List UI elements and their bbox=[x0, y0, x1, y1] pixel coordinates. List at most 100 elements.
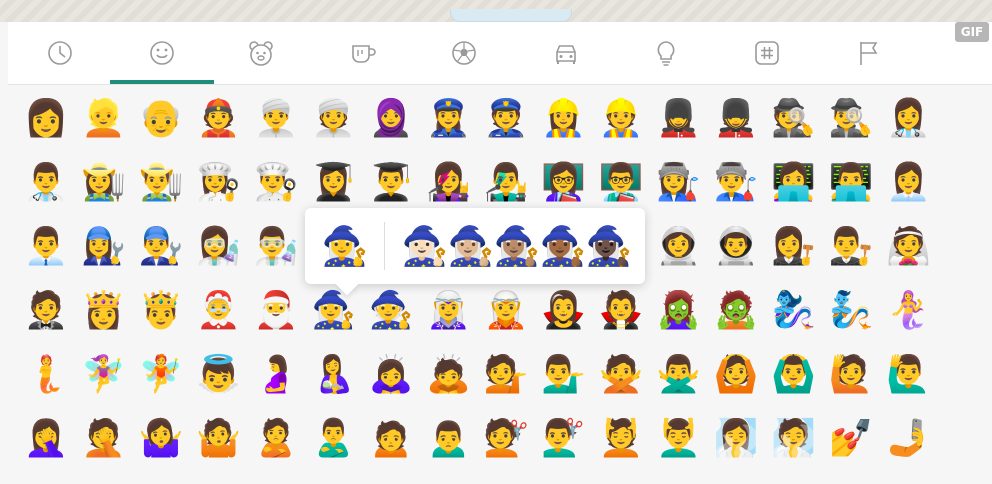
emoji-cell[interactable]: 🧞 bbox=[823, 281, 879, 341]
emoji-cell[interactable]: 🧙‍♀️ bbox=[306, 281, 362, 341]
drag-handle[interactable] bbox=[450, 9, 572, 22]
emoji-cell[interactable]: 👨‍💼 bbox=[18, 217, 74, 277]
emoji-cell[interactable]: 👩‍🎓 bbox=[306, 153, 362, 213]
emoji-cell[interactable]: 🧖‍♀️ bbox=[708, 409, 764, 469]
emoji-cell[interactable]: 👨‍🌾 bbox=[133, 153, 189, 213]
emoji-cell[interactable]: 👨‍🔧 bbox=[133, 217, 189, 277]
emoji-cell[interactable]: 💇 bbox=[478, 409, 534, 469]
emoji-cell[interactable]: 🙅‍♂️ bbox=[651, 345, 707, 405]
emoji-cell[interactable]: 👳‍♂️ bbox=[248, 89, 304, 149]
emoji-cell[interactable]: 🤴 bbox=[133, 281, 189, 341]
emoji-cell[interactable]: 🧕 bbox=[363, 89, 419, 149]
emoji-cell[interactable]: 👱 bbox=[76, 89, 132, 149]
skin-tone-medium[interactable]: 🧙🏽‍♀️ bbox=[493, 218, 541, 274]
emoji-cell[interactable]: 🤰 bbox=[248, 345, 304, 405]
emoji-cell[interactable]: 👩‍⚖️ bbox=[766, 217, 822, 277]
skin-tone-medium-light[interactable]: 🧙🏼‍♀️ bbox=[447, 218, 495, 274]
emoji-cell[interactable]: 🤦 bbox=[76, 409, 132, 469]
emoji-cell[interactable]: 🙇‍♀️ bbox=[363, 345, 419, 405]
emoji-cell[interactable]: 🤳 bbox=[881, 409, 937, 469]
emoji-cell[interactable]: 👩‍💻 bbox=[766, 153, 822, 213]
emoji-cell[interactable]: 💁 bbox=[478, 345, 534, 405]
emoji-cell[interactable]: 🙎‍♂️ bbox=[306, 409, 362, 469]
emoji-cell[interactable]: 👨‍🚀 bbox=[708, 217, 764, 277]
emoji-cell[interactable]: 👷 bbox=[593, 89, 649, 149]
emoji-cell[interactable]: 🙍‍♂️ bbox=[421, 409, 477, 469]
gif-tab[interactable]: GIF bbox=[955, 22, 989, 42]
emoji-cell[interactable]: 👨‍🏭 bbox=[708, 153, 764, 213]
emoji-cell[interactable]: 🙋 bbox=[823, 345, 879, 405]
emoji-cell[interactable]: 👩 bbox=[18, 89, 74, 149]
emoji-cell[interactable]: 👴 bbox=[133, 89, 189, 149]
emoji-cell[interactable]: 🤵 bbox=[18, 281, 74, 341]
emoji-cell[interactable]: 🙋‍♂️ bbox=[881, 345, 937, 405]
emoji-cell[interactable]: 💆 bbox=[593, 409, 649, 469]
emoji-cell[interactable]: 🤦‍♀️ bbox=[18, 409, 74, 469]
emoji-cell[interactable]: 🧜‍♀️ bbox=[881, 281, 937, 341]
emoji-cell[interactable]: 🧙 bbox=[363, 281, 419, 341]
emoji-cell[interactable]: 👩‍🔬 bbox=[191, 217, 247, 277]
emoji-cell[interactable]: 👨‍🍳 bbox=[248, 153, 304, 213]
emoji-cell[interactable]: 👩‍🏭 bbox=[651, 153, 707, 213]
emoji-cell[interactable]: 👩‍🚀 bbox=[651, 217, 707, 277]
emoji-cell[interactable]: 👮 bbox=[478, 89, 534, 149]
emoji-cell[interactable]: 👩‍🏫 bbox=[536, 153, 592, 213]
emoji-cell[interactable]: 🤷 bbox=[191, 409, 247, 469]
tab-animals[interactable] bbox=[235, 22, 287, 84]
emoji-cell[interactable]: 🙎 bbox=[248, 409, 304, 469]
skin-tone-default[interactable]: 🧙‍♀️ bbox=[321, 218, 369, 274]
tab-recent[interactable] bbox=[34, 22, 86, 84]
emoji-cell[interactable]: 🙅 bbox=[593, 345, 649, 405]
emoji-cell[interactable]: 🧚‍♀️ bbox=[76, 345, 132, 405]
emoji-cell[interactable]: 🤷‍♀️ bbox=[133, 409, 189, 469]
emoji-cell[interactable]: 💂‍♀️ bbox=[651, 89, 707, 149]
emoji-cell[interactable]: 🧜 bbox=[18, 345, 74, 405]
emoji-cell[interactable]: 🧛‍♀️ bbox=[536, 281, 592, 341]
emoji-cell[interactable]: 👩‍⚕️ bbox=[881, 89, 937, 149]
emoji-cell[interactable]: 🧞‍♀️ bbox=[766, 281, 822, 341]
emoji-cell[interactable]: 👮‍♀️ bbox=[421, 89, 477, 149]
emoji-cell[interactable]: 👳 bbox=[306, 89, 362, 149]
tab-food[interactable] bbox=[337, 22, 389, 84]
tab-smileys[interactable] bbox=[136, 22, 188, 84]
emoji-cell[interactable]: 👩‍🎤 bbox=[421, 153, 477, 213]
tab-travel[interactable] bbox=[540, 22, 592, 84]
emoji-cell[interactable]: 👩‍🌾 bbox=[76, 153, 132, 213]
emoji-cell[interactable]: 🕵️ bbox=[766, 89, 822, 149]
emoji-cell[interactable]: 👩‍🍳 bbox=[191, 153, 247, 213]
emoji-cell[interactable]: 👨‍🔬 bbox=[248, 217, 304, 277]
emoji-cell[interactable]: 👩‍💼 bbox=[881, 153, 937, 213]
emoji-cell[interactable]: 🤶 bbox=[191, 281, 247, 341]
emoji-cell[interactable]: 👰 bbox=[881, 217, 937, 277]
emoji-cell[interactable]: 🙆 bbox=[708, 345, 764, 405]
tab-objects[interactable] bbox=[640, 22, 692, 84]
emoji-cell[interactable]: 💇‍♂️ bbox=[536, 409, 592, 469]
emoji-cell[interactable]: 🧝 bbox=[478, 281, 534, 341]
emoji-cell[interactable]: 🎅 bbox=[248, 281, 304, 341]
emoji-cell[interactable]: 👨‍🎓 bbox=[363, 153, 419, 213]
skin-tone-dark[interactable]: 🧙🏿‍♀️ bbox=[585, 218, 633, 274]
emoji-cell[interactable]: 💂 bbox=[708, 89, 764, 149]
emoji-cell[interactable]: 🧚 bbox=[133, 345, 189, 405]
emoji-cell[interactable]: 🤱 bbox=[306, 345, 362, 405]
emoji-cell[interactable]: 🧛 bbox=[593, 281, 649, 341]
emoji-cell[interactable]: 🧖 bbox=[766, 409, 822, 469]
emoji-cell[interactable]: 👨‍⚖️ bbox=[823, 217, 879, 277]
emoji-cell[interactable]: 🧟 bbox=[708, 281, 764, 341]
emoji-cell[interactable]: 🙇 bbox=[421, 345, 477, 405]
emoji-cell[interactable]: 💁‍♂️ bbox=[536, 345, 592, 405]
skin-tone-light[interactable]: 🧙🏻‍♀️ bbox=[401, 218, 449, 274]
tab-activity[interactable] bbox=[438, 22, 490, 84]
skin-tone-medium-dark[interactable]: 🧙🏾‍♀️ bbox=[539, 218, 587, 274]
emoji-cell[interactable]: 👨‍🎤 bbox=[478, 153, 534, 213]
emoji-cell[interactable]: 👨‍💻 bbox=[823, 153, 879, 213]
tab-flags[interactable] bbox=[843, 22, 895, 84]
emoji-cell[interactable]: 👼 bbox=[191, 345, 247, 405]
emoji-cell[interactable]: 💅 bbox=[823, 409, 879, 469]
emoji-cell[interactable]: 🙆‍♂️ bbox=[766, 345, 822, 405]
emoji-cell[interactable]: 👸 bbox=[76, 281, 132, 341]
emoji-cell[interactable]: 👩‍🔧 bbox=[76, 217, 132, 277]
emoji-cell[interactable]: 🕵️‍♂️ bbox=[823, 89, 879, 149]
emoji-cell[interactable]: 🧝‍♀️ bbox=[421, 281, 477, 341]
emoji-cell[interactable]: 👷‍♀️ bbox=[536, 89, 592, 149]
